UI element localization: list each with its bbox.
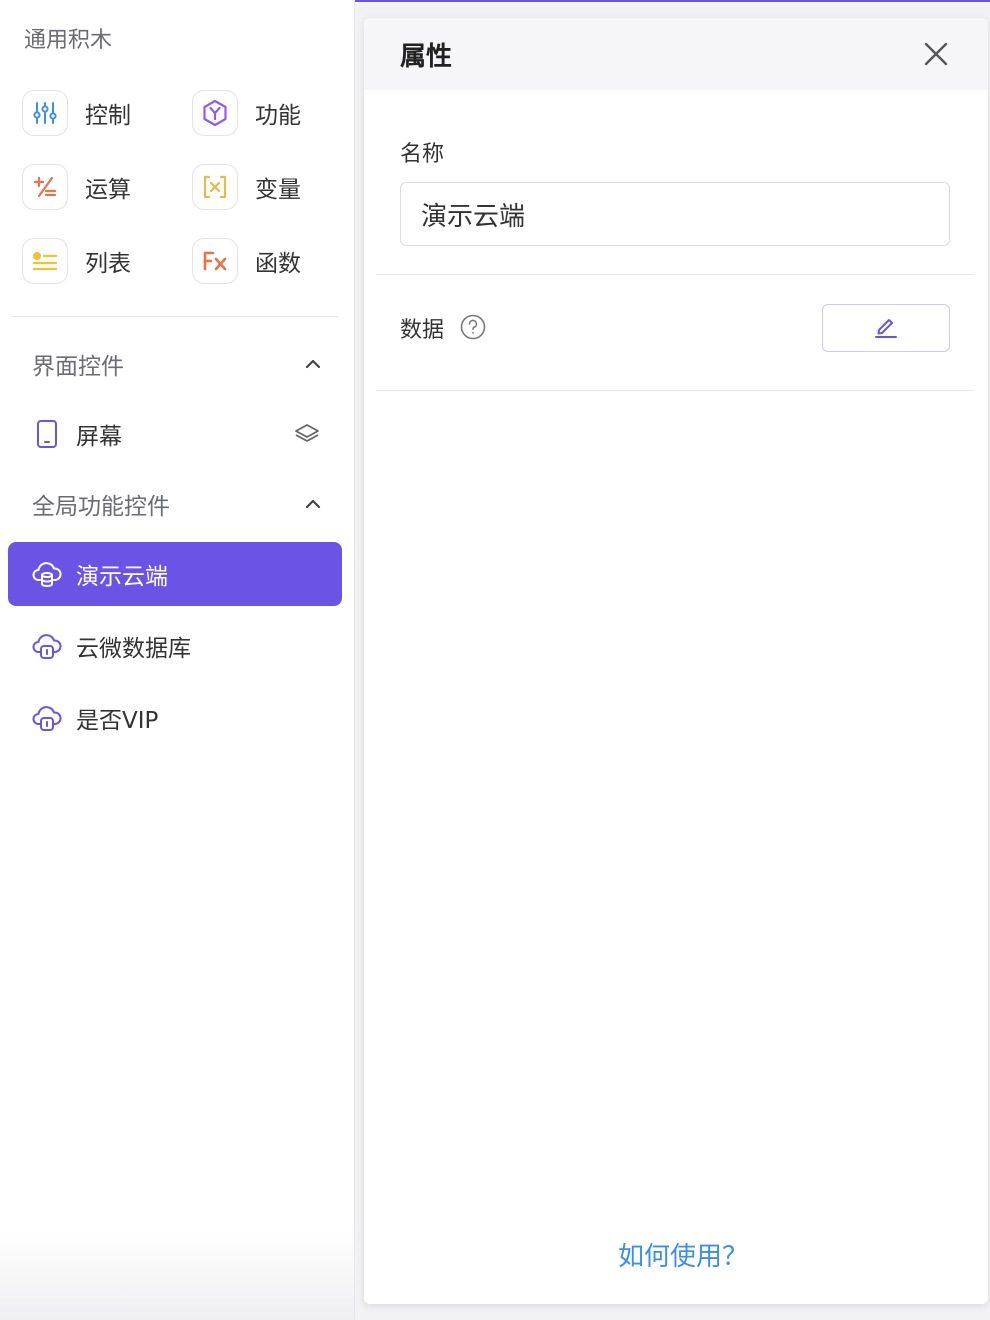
section-divider bbox=[376, 390, 974, 391]
sidebar-item-screen[interactable]: 屏幕 bbox=[8, 402, 342, 466]
pencil-icon bbox=[873, 313, 899, 343]
block-function-button[interactable]: 功能 bbox=[192, 90, 301, 136]
block-operator-button[interactable]: 运算 bbox=[22, 164, 131, 210]
group-global-controls-header[interactable]: 全局功能控件 bbox=[32, 486, 322, 522]
sidebar-item-label: 云微数据库 bbox=[76, 636, 191, 662]
sidebar-item-demo-cloud[interactable]: 演示云端 bbox=[8, 542, 342, 606]
block-label: 函数 bbox=[255, 251, 301, 277]
hexagon-y-icon bbox=[192, 90, 238, 136]
block-function-fx-button[interactable]: 函数 bbox=[192, 238, 301, 284]
question-circle-icon[interactable] bbox=[460, 314, 486, 340]
block-label: 变量 bbox=[255, 177, 301, 203]
panel-header: 属性 bbox=[364, 18, 988, 90]
name-input[interactable] bbox=[400, 182, 950, 246]
cloud-database-icon bbox=[32, 631, 62, 661]
common-blocks-title: 通用积木 bbox=[24, 28, 113, 53]
sidebar-item-cloud-db[interactable]: 云微数据库 bbox=[8, 614, 342, 678]
properties-panel: 属性 名称 数据 如何使用？ bbox=[364, 18, 988, 1304]
list-icon bbox=[22, 238, 68, 284]
name-field-label: 名称 bbox=[400, 142, 445, 167]
block-list-button[interactable]: 列表 bbox=[22, 238, 131, 284]
sidebar-item-label: 屏幕 bbox=[76, 424, 122, 450]
block-variable-button[interactable]: 变量 bbox=[192, 164, 301, 210]
panel-title: 属性 bbox=[400, 42, 453, 72]
how-to-use-link[interactable]: 如何使用？ bbox=[618, 1236, 748, 1273]
group-title: 全局功能控件 bbox=[32, 494, 170, 520]
bracket-x-icon bbox=[192, 164, 238, 210]
group-ui-controls-header[interactable]: 界面控件 bbox=[32, 346, 322, 382]
fx-icon bbox=[192, 238, 238, 284]
data-field-label: 数据 bbox=[400, 318, 445, 343]
sidebar-item-is-vip[interactable]: 是否VIP bbox=[8, 686, 342, 750]
edit-data-button[interactable] bbox=[822, 304, 950, 352]
close-icon[interactable] bbox=[922, 40, 950, 68]
block-label: 控制 bbox=[85, 103, 131, 129]
group-title: 界面控件 bbox=[32, 354, 124, 380]
blocks-sidebar: 通用积木 控制 功能 运算 变量 列表 函数 界面控件 屏幕 全局功能控件 演示… bbox=[0, 0, 355, 1320]
sidebar-item-label: 是否VIP bbox=[76, 708, 159, 734]
block-label: 运算 bbox=[85, 177, 131, 203]
sliders-icon bbox=[22, 90, 68, 136]
block-label: 列表 bbox=[85, 251, 131, 277]
sidebar-item-label: 演示云端 bbox=[76, 564, 168, 590]
plus-minus-icon bbox=[22, 164, 68, 210]
cloud-database-icon bbox=[32, 703, 62, 733]
chevron-up-icon bbox=[304, 495, 322, 514]
block-control-button[interactable]: 控制 bbox=[22, 90, 131, 136]
sidebar-divider bbox=[12, 316, 338, 317]
block-label: 功能 bbox=[255, 103, 301, 129]
phone-icon bbox=[32, 419, 62, 449]
chevron-up-icon bbox=[304, 355, 322, 374]
top-accent-line bbox=[355, 0, 990, 2]
section-divider bbox=[376, 274, 974, 275]
layers-icon[interactable] bbox=[294, 422, 320, 446]
cloud-database-icon bbox=[32, 559, 62, 589]
